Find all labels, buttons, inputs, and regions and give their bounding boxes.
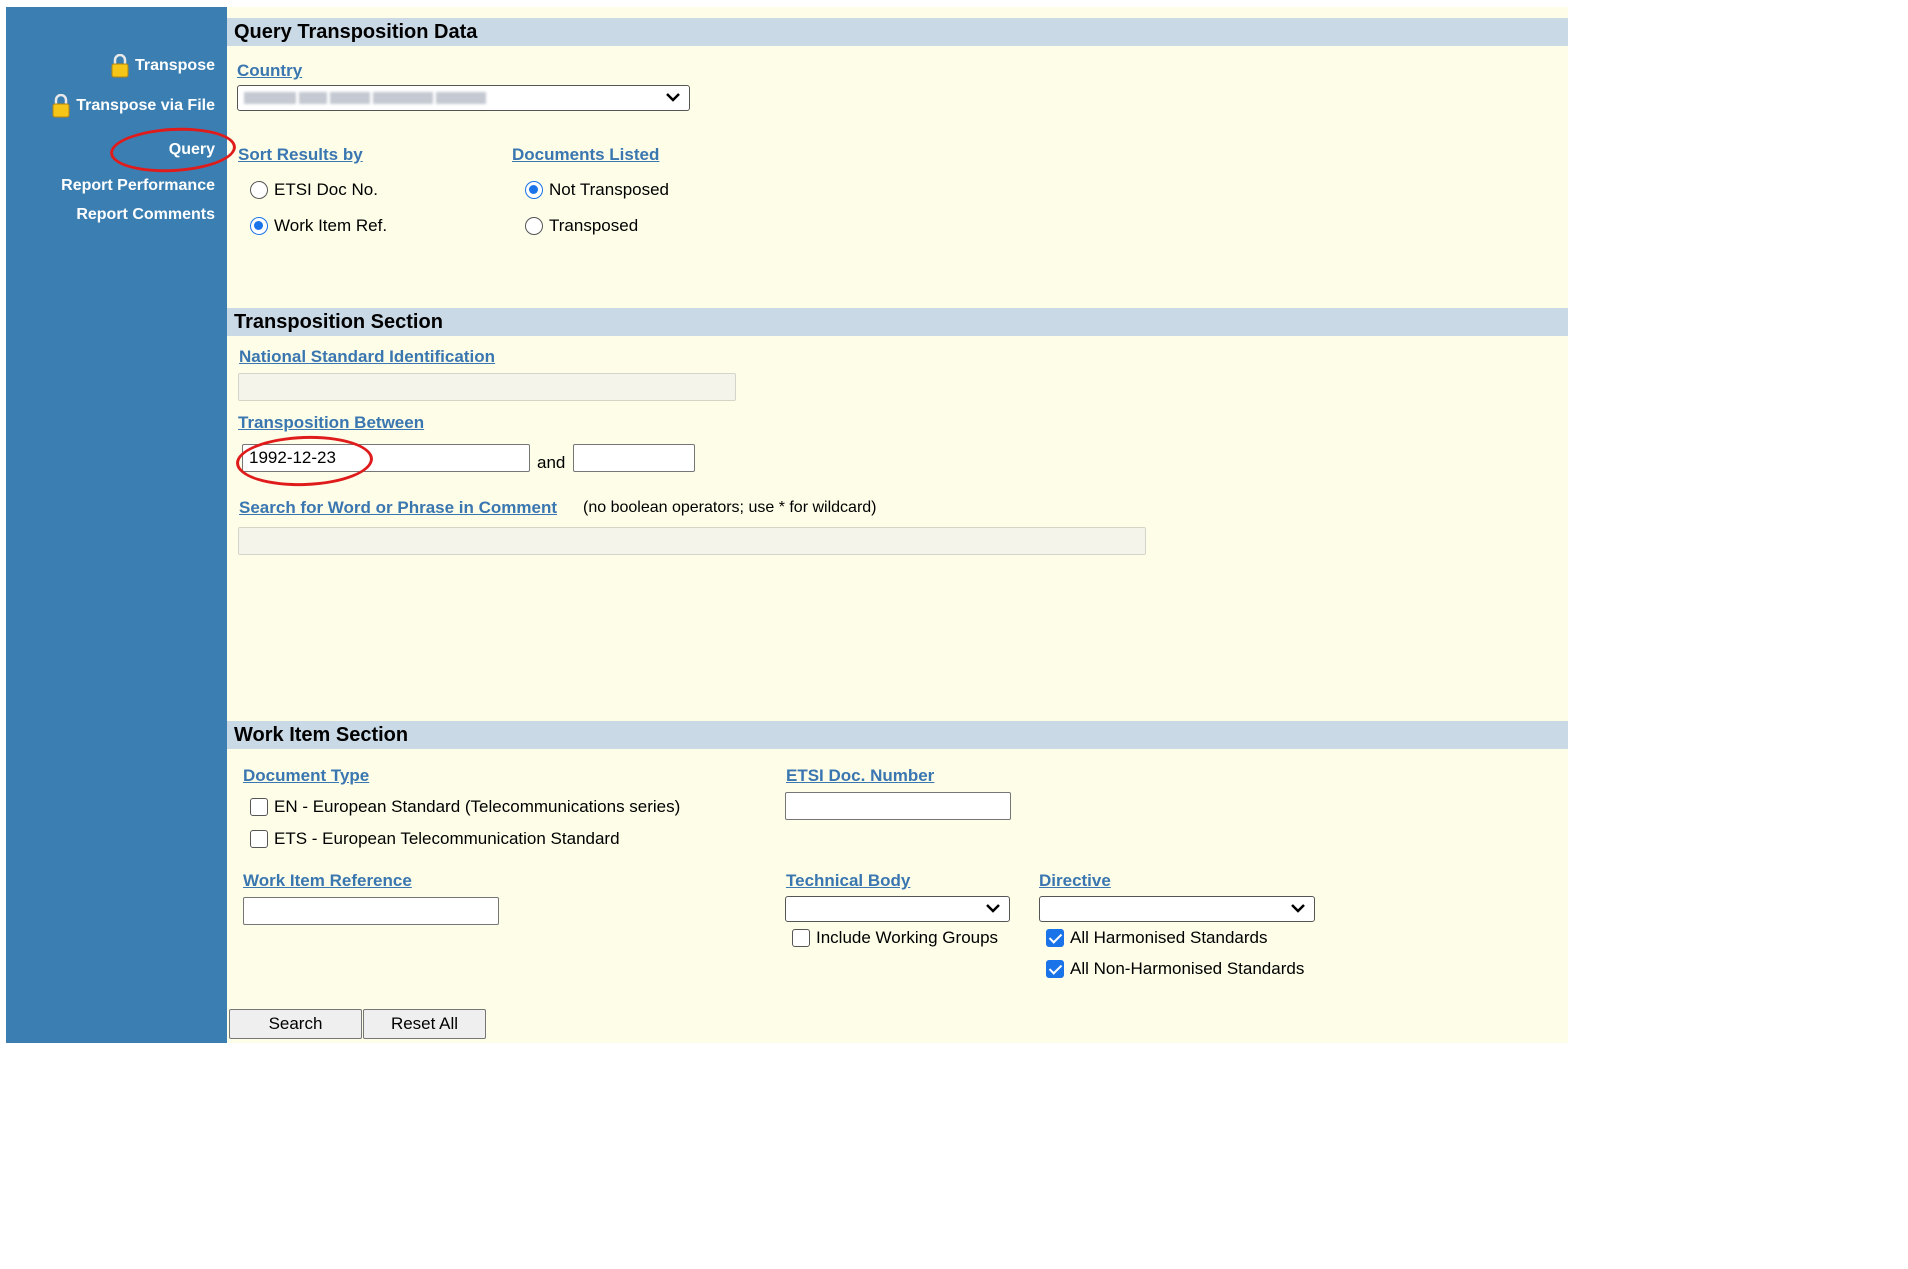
all-harmonised-standards[interactable]: All Harmonised Standards [1046,928,1267,948]
search-comment-label[interactable]: Search for Word or Phrase in Comment [239,498,557,518]
sort-option-etsi-doc-no[interactable]: ETSI Doc No. [250,180,378,200]
work-item-reference-label[interactable]: Work Item Reference [243,871,412,891]
country-label[interactable]: Country [237,61,302,81]
sidebar: Transpose Transpose via File Query Repor… [6,7,227,1043]
checkbox[interactable] [1046,929,1064,947]
transposition-between-label[interactable]: Transposition Between [238,413,424,433]
option-label: Transposed [549,216,639,235]
etsi-doc-number-label[interactable]: ETSI Doc. Number [786,766,934,786]
option-label: ETSI Doc No. [274,180,378,199]
sidebar-item-label: Report Comments [76,206,215,223]
country-selected-value-redacted [244,92,486,104]
docs-option-transposed[interactable]: Transposed [525,216,638,236]
chevron-down-icon [986,904,1000,913]
query-section-title: Query Transposition Data [227,18,1568,46]
sidebar-item-query[interactable]: Query [169,141,215,159]
etsi-doc-number-input[interactable] [785,792,1011,820]
page: Transpose Transpose via File Query Repor… [0,0,1908,1269]
reset-all-button[interactable]: Reset All [363,1009,486,1039]
transposition-section-title: Transposition Section [227,308,1568,336]
sidebar-item-transpose-via-file[interactable]: Transpose via File [52,94,215,118]
work-item-reference-input[interactable] [243,897,499,925]
doc-type-en[interactable]: EN - European Standard (Telecommunicatio… [250,797,680,817]
country-select[interactable] [237,85,690,111]
include-working-groups[interactable]: Include Working Groups [792,928,998,948]
directive-select[interactable] [1039,896,1315,922]
radio-button[interactable] [250,217,268,235]
doc-type-ets[interactable]: ETS - European Telecommunication Standar… [250,829,620,849]
search-comment-hint: (no boolean operators; use * for wildcar… [583,499,877,516]
content-area: Transpose Transpose via File Query Repor… [0,0,1568,1043]
sidebar-item-label: Transpose via File [76,97,215,114]
sidebar-item-label: Query [168,141,215,158]
work-item-section-title: Work Item Section [227,721,1568,749]
transposition-from-date-input[interactable] [242,444,530,472]
chevron-down-icon [666,93,680,102]
sort-option-work-item-ref[interactable]: Work Item Ref. [250,216,387,236]
option-label: EN - European Standard (Telecommunicatio… [274,797,681,816]
lock-icon [52,94,70,118]
documents-listed-label[interactable]: Documents Listed [512,145,659,165]
national-standard-identification-label[interactable]: National Standard Identification [239,347,495,367]
and-text: and [537,453,566,472]
national-standard-identification-input[interactable] [238,373,736,401]
option-label: All Harmonised Standards [1070,928,1268,947]
radio-button[interactable] [250,181,268,199]
technical-body-select[interactable] [785,896,1010,922]
document-type-label[interactable]: Document Type [243,766,369,786]
checkbox[interactable] [250,798,268,816]
sidebar-item-transpose[interactable]: Transpose [111,54,215,78]
option-label: Not Transposed [549,180,670,199]
chevron-down-icon [1291,904,1305,913]
directive-label[interactable]: Directive [1039,871,1111,891]
option-label: Include Working Groups [816,928,999,947]
option-label: All Non-Harmonised Standards [1070,959,1305,978]
docs-option-not-transposed[interactable]: Not Transposed [525,180,669,200]
radio-button[interactable] [525,181,543,199]
option-label: Work Item Ref. [274,216,388,235]
sidebar-item-report-comments[interactable]: Report Comments [76,206,215,224]
all-non-harmonised-standards[interactable]: All Non-Harmonised Standards [1046,959,1304,979]
checkbox[interactable] [792,929,810,947]
option-label: ETS - European Telecommunication Standar… [274,829,620,848]
checkbox[interactable] [250,830,268,848]
search-comment-input[interactable] [238,527,1146,555]
lock-icon [111,54,129,78]
sidebar-item-report-performance[interactable]: Report Performance [61,177,215,195]
sort-results-label[interactable]: Sort Results by [238,145,363,165]
radio-button[interactable] [525,217,543,235]
search-button[interactable]: Search [229,1009,362,1039]
sidebar-item-label: Transpose [134,57,215,74]
main-panel: Query Transposition Data Country Sort Re… [227,7,1568,1043]
transposition-to-date-input[interactable] [573,444,695,472]
technical-body-label[interactable]: Technical Body [786,871,910,891]
sidebar-item-label: Report Performance [61,177,215,194]
checkbox[interactable] [1046,960,1064,978]
